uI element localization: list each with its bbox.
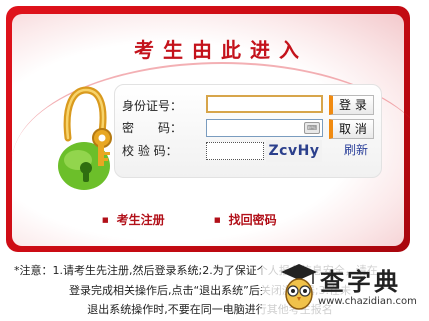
- id-number-label: 身份证号：: [122, 99, 183, 113]
- register-link[interactable]: 考生注册: [102, 211, 165, 228]
- watermark-url: www.chazidian.com: [318, 296, 417, 307]
- lock-key-icon: [58, 86, 112, 190]
- id-number-input[interactable]: [206, 95, 323, 113]
- page-title: 考生由此进入: [134, 38, 308, 62]
- captcha-label: 校 验 码：: [122, 144, 178, 158]
- refresh-captcha-link[interactable]: 刷新: [344, 141, 368, 158]
- recover-password-link[interactable]: 找回密码: [214, 211, 277, 228]
- captcha-input[interactable]: [206, 142, 264, 160]
- recover-password-label: 找回密码: [228, 213, 277, 227]
- login-button[interactable]: 登 录: [329, 95, 374, 115]
- password-label: 密 码：: [122, 121, 183, 135]
- register-link-label: 考生注册: [116, 213, 165, 227]
- watermark-brand: 查字典: [320, 268, 401, 296]
- cancel-button[interactable]: 取 消: [329, 119, 374, 139]
- owl-graduate-icon: [281, 264, 317, 310]
- keyboard-icon[interactable]: ⌨: [304, 122, 320, 134]
- captcha-image: ZcvHy: [266, 140, 322, 162]
